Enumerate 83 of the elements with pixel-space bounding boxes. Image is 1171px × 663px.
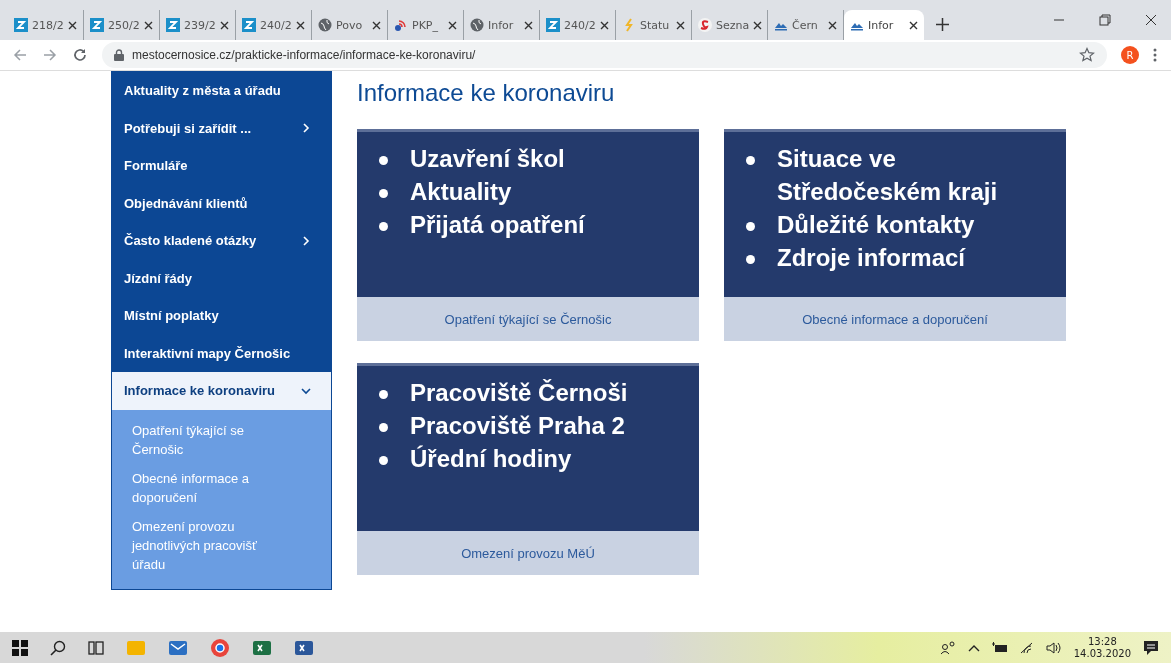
sidebar-item[interactable]: Interaktivní mapy Černošic (112, 334, 331, 372)
close-icon[interactable] (68, 20, 77, 30)
banner-bullet-text: Úřední hodiny (379, 442, 699, 475)
close-icon[interactable] (600, 20, 609, 30)
clock-date: 14.03.2020 (1073, 647, 1131, 660)
card-caption-link[interactable]: Omezení provozu MěÚ (357, 531, 699, 575)
banner-bullet-text: Přijatá opatření (379, 208, 699, 241)
browser-tab[interactable]: 250/2 (84, 10, 160, 40)
chevron-right-icon (301, 235, 311, 246)
card-banner[interactable]: Pracoviště Černoši Pracoviště Praha 2 Úřední hodiny (357, 363, 699, 531)
banner-bullet-text: Uzavření škol (379, 142, 699, 175)
close-icon[interactable] (220, 20, 229, 30)
people-icon[interactable] (939, 640, 956, 655)
browser-tab[interactable]: 240/2 (540, 10, 616, 40)
sidebar-item[interactable]: Jízdní řády (112, 259, 331, 297)
close-icon[interactable] (372, 20, 381, 30)
banner-bullet-text: Pracoviště Praha 2 (379, 409, 699, 442)
lock-icon (114, 49, 124, 61)
letter-z-icon (242, 18, 256, 32)
card-caption-link[interactable]: Opatření týkající se Černošic (357, 297, 699, 341)
close-icon[interactable] (1145, 14, 1157, 26)
close-icon[interactable] (296, 20, 305, 30)
s-logo-icon (698, 18, 712, 32)
browser-tab[interactable]: 240/2 (236, 10, 312, 40)
browser-tab[interactable]: PKP_ (388, 10, 464, 40)
notifications-icon[interactable] (1143, 639, 1159, 656)
globe-icon (470, 18, 484, 32)
chevron-down-icon (301, 385, 311, 396)
chevron-up-icon[interactable] (967, 643, 980, 652)
battery-icon[interactable] (991, 641, 1008, 654)
back-arrow-icon[interactable] (12, 47, 28, 63)
letter-z-icon (90, 18, 104, 32)
sidebar-item[interactable]: Aktuality z města a úřadu (112, 72, 331, 110)
banner-bullet-text: Důležité kontakty (746, 208, 1066, 241)
sidebar-item[interactable]: Informace ke koronaviru (112, 372, 331, 410)
letter-z-icon (14, 18, 28, 32)
browser-tab[interactable]: Infor (844, 10, 924, 40)
letter-z-icon (546, 18, 560, 32)
card-banner[interactable]: Uzavření škol Aktuality Přijatá opatření (357, 129, 699, 297)
browser-tab[interactable]: 218/2 (8, 10, 84, 40)
wifi-icon[interactable] (1019, 641, 1034, 654)
sidebar-item[interactable]: Formuláře (112, 147, 331, 185)
profile-avatar[interactable]: R (1121, 46, 1139, 64)
sidebar-item[interactable]: Často kladené otázky (112, 222, 331, 260)
windows-logo-icon[interactable] (12, 639, 28, 656)
close-icon[interactable] (828, 20, 837, 30)
new-tab-icon[interactable] (936, 18, 949, 31)
close-icon[interactable] (753, 20, 763, 30)
page-title: Informace ke koronaviru (357, 79, 616, 107)
star-icon[interactable] (1079, 47, 1095, 63)
browser-tab[interactable]: Povo (312, 10, 388, 40)
close-icon[interactable] (909, 20, 918, 30)
card-caption-link[interactable]: Obecné informace a doporučení (724, 297, 1066, 341)
address-field[interactable]: mestocernosice.cz/prakticke-informace/informace-ke-koronaviru/ (102, 42, 1107, 68)
task-view-icon[interactable] (88, 639, 104, 656)
close-icon[interactable] (524, 20, 533, 30)
banner-bullet-text: Zdroje informací (746, 241, 1066, 274)
chevron-right-icon (301, 123, 311, 134)
banner-bullet-text: Situace ve Středočeském kraji (746, 142, 1066, 208)
sidebar-item[interactable]: Místní poplatky (112, 297, 331, 335)
browser-tab[interactable]: Statu (616, 10, 692, 40)
close-icon[interactable] (676, 20, 685, 30)
globe-icon (318, 18, 332, 32)
close-icon[interactable] (144, 20, 153, 30)
menu-icon[interactable] (1153, 48, 1157, 62)
banner-bullet-text: Aktuality (379, 175, 699, 208)
card-banner[interactable]: Situace ve Středočeském kraji Důležité kontakty Zdroje informací (724, 129, 1066, 297)
restore-icon[interactable] (1099, 14, 1111, 26)
reload-icon[interactable] (72, 47, 88, 63)
browser-tab[interactable]: Infor (464, 10, 540, 40)
letter-z-icon (166, 18, 180, 32)
banner-bullet-text: Pracoviště Černoši (379, 376, 699, 409)
browser-tab[interactable]: Sezna (692, 10, 768, 40)
browser-logo-icon[interactable] (210, 637, 230, 658)
sidebar-item[interactable]: Potřebuji si zařídit ... (112, 109, 331, 147)
volume-icon[interactable] (1045, 641, 1062, 654)
sidebar-item[interactable]: Objednávání klientů (112, 184, 331, 222)
browser-tab[interactable]: 239/2 (160, 10, 236, 40)
forward-arrow-icon[interactable] (42, 47, 58, 63)
search-icon[interactable] (50, 639, 66, 656)
close-icon[interactable] (448, 20, 457, 30)
clock-time: 13:28 (1087, 635, 1117, 648)
feed-icon (394, 18, 408, 32)
